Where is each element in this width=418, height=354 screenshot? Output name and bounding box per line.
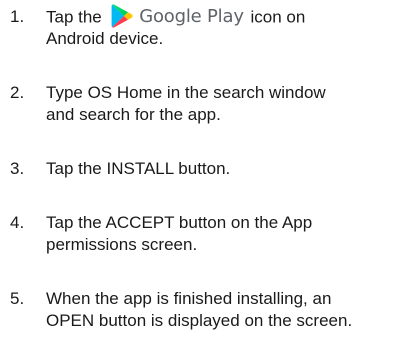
google-play-wordmark: Google Play: [139, 6, 244, 27]
step-line: Tap the INSTALL button.: [46, 159, 231, 178]
step-text-prefix: Tap the: [46, 7, 102, 27]
step-line: Android device.: [46, 29, 164, 48]
step-number: 1.: [10, 7, 25, 26]
step-number: 2.: [10, 83, 25, 102]
google-play-icon: [111, 4, 132, 28]
step-number: 5.: [10, 289, 25, 308]
step-text: When the app is finished installing, an …: [46, 288, 418, 332]
step-line: Tap the ACCEPT button on the App: [46, 213, 313, 232]
step-text: Tap the ACCEPT button on the App permiss…: [46, 212, 418, 256]
step-line: Type OS Home in the search window: [46, 83, 326, 102]
step-line: When the app is finished installing, an: [46, 289, 332, 308]
installation-steps: 1. Tap the Google Play icon on Android d…: [0, 0, 418, 354]
step-number: 4.: [10, 213, 25, 232]
step-text-suffix: icon on: [250, 7, 306, 27]
step-number: 3.: [10, 159, 25, 178]
step-text: Tap the INSTALL button.: [46, 158, 418, 180]
step-line: permissions screen.: [46, 235, 198, 254]
step-line: Tap the Google Play icon on: [46, 4, 418, 28]
step-text: Tap the Google Play icon on Android devi…: [46, 4, 418, 50]
step-text: Type OS Home in the search window and se…: [46, 82, 418, 126]
step-line: OPEN button is displayed on the screen.: [46, 311, 353, 330]
step-line: and search for the app.: [46, 105, 221, 124]
